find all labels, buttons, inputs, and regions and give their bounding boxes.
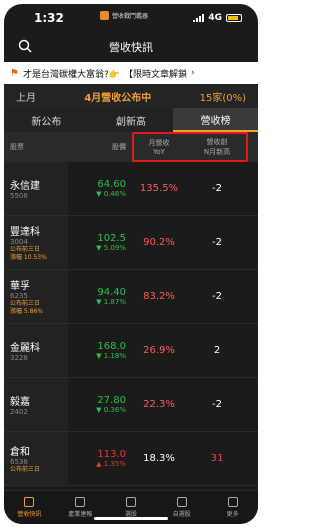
stock-nhigh: -2 <box>212 183 222 194</box>
table-row[interactable]: 毅嘉 2402 27.80 ▼ 0.36% 22.3% -2 <box>4 378 258 432</box>
stock-nhigh: -2 <box>212 399 222 410</box>
stock-price: 168.0 <box>97 341 126 352</box>
app-icon <box>100 11 109 20</box>
stock-code: 2402 <box>10 408 28 416</box>
status-app-text: 營收戰鬥鑑器 <box>112 13 149 20</box>
stock-name: 倉和 <box>10 447 30 458</box>
stock-nhigh: -2 <box>212 237 222 248</box>
stock-change: ▼ 1.18% <box>96 352 126 360</box>
stock-code: 6235 <box>10 292 28 300</box>
highlight-box <box>132 132 248 162</box>
network-label: 4G <box>208 13 222 23</box>
cube-icon <box>125 497 136 507</box>
stock-price: 27.80 <box>97 395 126 406</box>
tab-new[interactable]: 新公布 <box>4 108 89 132</box>
search-icon[interactable] <box>18 39 32 53</box>
stock-code: 3004 <box>10 238 28 246</box>
ticker-text: 才是台灣碳權大富翁?👉 <box>22 69 120 80</box>
status-bar: 1:32 營收戰鬥鑑器 4G <box>4 4 258 32</box>
stock-change: ▼ 0.36% <box>96 406 126 414</box>
bottom-tab-label: 更多 <box>226 511 239 518</box>
phone-screen: 1:32 營收戰鬥鑑器 4G 營收快訊 ⚑ 才是台灣碳權大富翁?👉 【限時文章解… <box>4 4 258 524</box>
bottom-tab-label: 自選股 <box>172 511 191 518</box>
table-row[interactable]: 金麗科 3228 168.0 ▼ 1.18% 26.9% 2 <box>4 324 258 378</box>
stock-tag-2: 漲幅 5.86% <box>10 308 43 315</box>
month-center: 4月營收公布中 <box>84 92 152 104</box>
page-title: 營收快訊 <box>109 41 153 54</box>
stock-table: 永信建 5508 64.60 ▼ 0.46% 135.5% -2 豐達科 3004 公布… <box>4 162 258 486</box>
stock-price: 64.60 <box>97 179 126 190</box>
chevron-right-icon: › <box>190 68 195 78</box>
stock-name: 金麗科 <box>10 343 40 354</box>
stock-yoy: 18.3% <box>143 453 175 464</box>
stock-code: 5508 <box>10 192 28 200</box>
table-row[interactable]: 豐達科 3004 公布前三日 漲幅 10.53% 102.5 ▼ 5.09% 90.2%… <box>4 216 258 270</box>
bottom-tab-label: 產業連報 <box>68 511 93 518</box>
table-row[interactable]: 倉和 6538 公布前三日 113.0 ▲ 1.35% 18.3% 31 <box>4 432 258 486</box>
stock-name: 華孚 <box>10 281 30 292</box>
tab-revenue-rank[interactable]: 營收榜 <box>173 108 258 132</box>
bottom-tab-label: 營收快訊 <box>17 511 42 518</box>
stock-name: 永信建 <box>10 181 40 192</box>
stock-tag: 公布前三日 <box>10 246 41 253</box>
battery-icon <box>226 14 242 22</box>
tab-bar: 新公布 創新高 營收榜 <box>4 108 258 132</box>
signal-icon <box>193 14 205 22</box>
stock-yoy: 135.5% <box>139 183 179 194</box>
stock-nhigh: -2 <box>212 291 222 302</box>
home-indicator <box>94 517 168 520</box>
more-icon <box>227 497 238 507</box>
stock-yoy: 83.2% <box>143 291 175 302</box>
stock-yoy: 90.2% <box>143 237 175 248</box>
stock-name: 豐達科 <box>10 227 40 238</box>
stock-code: 3228 <box>10 354 28 362</box>
flag-icon: ⚑ <box>10 67 19 79</box>
ticker-text-2: 【限時文章解鎖 <box>123 69 187 80</box>
stock-change: ▲ 1.35% <box>96 460 126 468</box>
news-icon <box>24 497 35 507</box>
status-app-indicator: 營收戰鬥鑑器 <box>100 11 148 20</box>
status-time: 1:32 <box>34 11 64 25</box>
stock-change: ▼ 0.46% <box>96 190 126 198</box>
table-row[interactable]: 華孚 6235 公布前三日 漲幅 5.86% 94.40 ▼ 1.87% 83.2% -… <box>4 270 258 324</box>
stock-change: ▼ 1.87% <box>96 298 126 306</box>
stock-nhigh: 31 <box>210 453 224 464</box>
stock-price: 102.5 <box>97 233 126 244</box>
stock-change: ▼ 5.09% <box>96 244 126 252</box>
stock-price: 94.40 <box>97 287 126 298</box>
stock-name: 毅嘉 <box>10 397 30 408</box>
bottom-tab-revenue-news[interactable]: 營收快訊 <box>4 491 55 524</box>
bottom-tab-more[interactable]: 更多 <box>207 491 258 524</box>
month-right: 15家(0%) <box>199 92 246 104</box>
plus-box-icon <box>176 497 187 507</box>
stock-yoy: 26.9% <box>143 345 175 356</box>
header-name[interactable]: 股票 <box>4 142 68 152</box>
stock-price: 113.0 <box>97 449 126 460</box>
nav-bar: 營收快訊 <box>4 32 258 62</box>
stock-yoy: 22.3% <box>143 399 175 410</box>
status-right: 4G <box>193 13 242 23</box>
table-row[interactable]: 永信建 5508 64.60 ▼ 0.46% 135.5% -2 <box>4 162 258 216</box>
stock-tag: 公布前三日 <box>10 466 41 473</box>
stock-code: 6538 <box>10 458 28 466</box>
header-price[interactable]: 股價 <box>68 142 130 152</box>
report-icon <box>75 497 86 507</box>
news-ticker[interactable]: ⚑ 才是台灣碳權大富翁?👉 【限時文章解鎖 › <box>4 62 258 84</box>
month-left[interactable]: 上月 <box>16 89 36 104</box>
stock-tag: 公布前三日 <box>10 300 41 307</box>
stock-tag-2: 漲幅 10.53% <box>10 254 47 261</box>
stock-nhigh: 2 <box>213 345 221 356</box>
table-header: 股票 股價 月營收 YoY 營收創 N月新高 <box>4 132 258 162</box>
tab-new-high[interactable]: 創新高 <box>89 108 174 132</box>
month-bar: 上月 4月營收公布中 15家(0%) <box>4 84 258 108</box>
